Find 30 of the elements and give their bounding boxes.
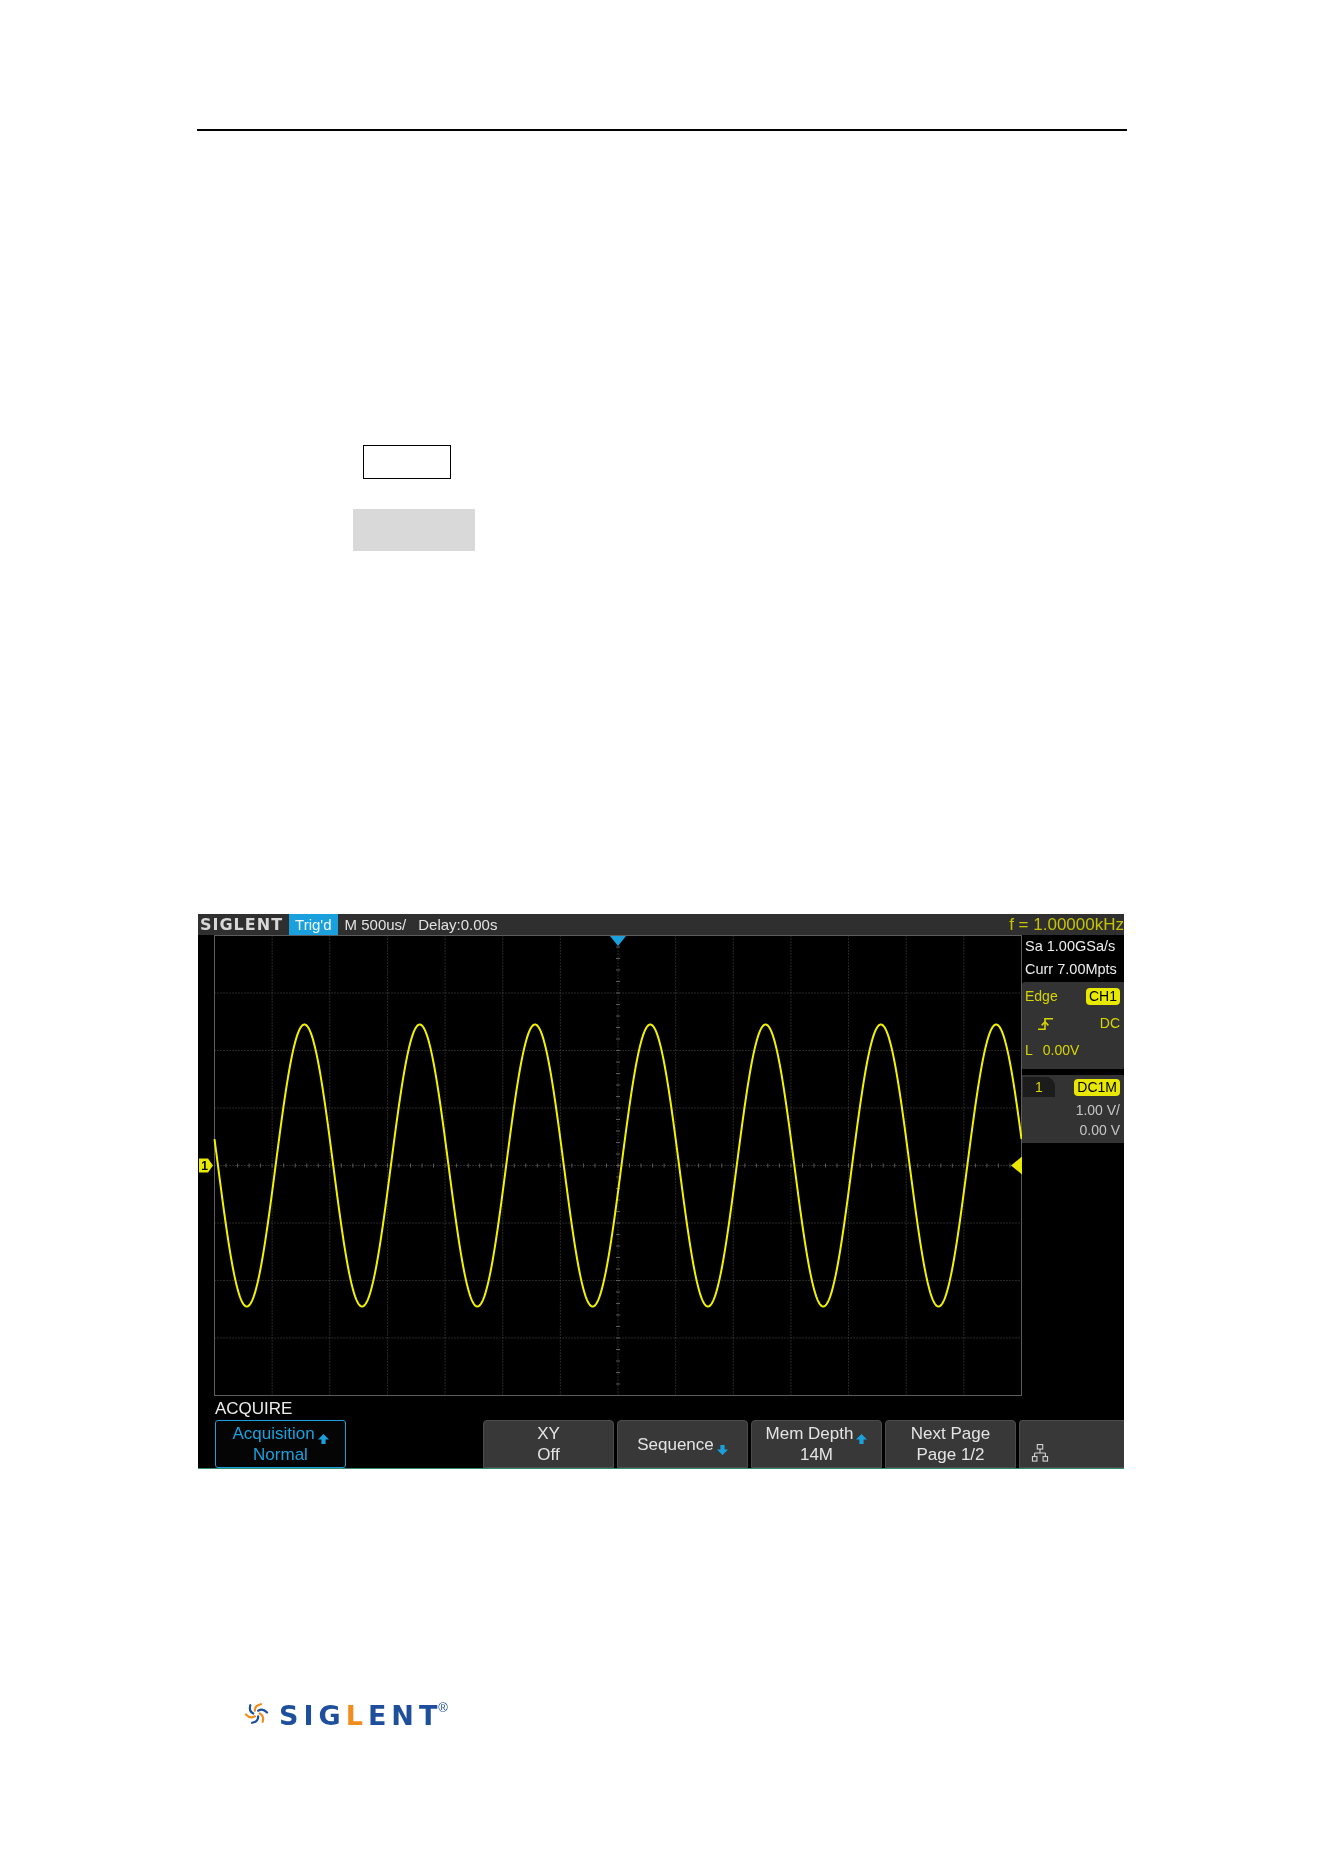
down-arrow-icon — [716, 1444, 728, 1455]
channel-marker: 1 — [199, 1158, 213, 1173]
menu-softkey[interactable]: Mem Depth 14M — [751, 1420, 882, 1468]
vertical-offset-reading: 0.00 V — [1078, 1121, 1120, 1140]
swirl-logo-icon — [242, 1701, 271, 1726]
trigger-level-value: 0.00V — [1042, 1042, 1080, 1059]
up-arrow-icon — [856, 1434, 868, 1444]
trigger-level-marker — [1011, 1156, 1022, 1175]
delay-reading: Delay:0.00s — [418, 915, 498, 935]
sample-rate-reading: Sa 1.00GSa/s — [1024, 937, 1117, 956]
up-arrow-icon — [317, 1434, 329, 1444]
network-icon — [1031, 1444, 1049, 1462]
channel-number-label: 1 — [1023, 1077, 1055, 1097]
trigger-coupling: DC — [1099, 1015, 1120, 1032]
frequency-reading: f = 1.00000kHz — [1009, 914, 1124, 935]
memory-depth-reading: Curr 7.00Mpts — [1024, 960, 1118, 979]
menu-title: ACQUIRE — [215, 1400, 293, 1417]
menu-softkey[interactable]: Next Page Page 1/2 — [885, 1420, 1016, 1468]
menu-softkey[interactable]: Sequence — [617, 1420, 748, 1468]
brand-name: SIGLENT — [199, 914, 284, 935]
rising-edge-icon — [1038, 1017, 1053, 1030]
channel-coupling-badge: DC1M — [1074, 1079, 1120, 1096]
trigger-level-label: L — [1025, 1042, 1033, 1059]
trigger-source-badge: CH1 — [1086, 988, 1120, 1005]
menu-softkey[interactable]: XY Off — [483, 1420, 614, 1468]
vertical-scale-reading: 1.00 V/ — [1074, 1101, 1120, 1120]
menu-softkey[interactable]: Acquisition Normal — [215, 1420, 346, 1468]
trigger-type: Edge — [1025, 988, 1058, 1005]
trigger-status-badge: Trig'd — [289, 914, 338, 935]
timebase-reading: M 500us/ — [344, 915, 407, 935]
